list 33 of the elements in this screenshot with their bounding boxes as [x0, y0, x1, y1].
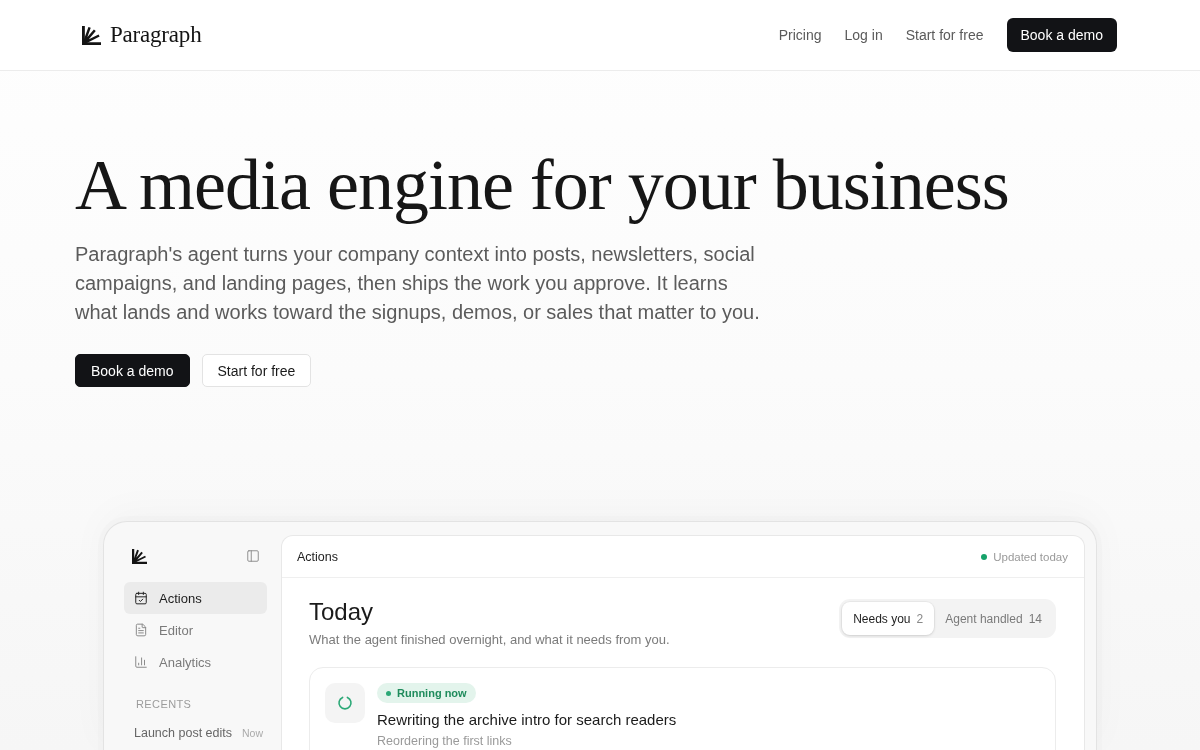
sidebar-item[interactable]: Actions [124, 582, 267, 614]
hero-title: A media engine for your business [75, 145, 1009, 225]
status-dot-icon [981, 553, 988, 560]
section-subtitle: What the agent finished overnight, and what it needs from you. [309, 631, 670, 649]
primary-button[interactable]: Book a demo [75, 354, 190, 387]
filter-tab[interactable]: Agent handled 14 [934, 602, 1053, 635]
section-heading: Today [309, 597, 375, 627]
document-icon [134, 623, 148, 637]
loading-spinner-icon [337, 695, 353, 711]
panel-title: Actions [297, 549, 338, 564]
update-status: Updated today [993, 550, 1068, 563]
nav-link[interactable]: Log in [844, 27, 883, 43]
secondary-button[interactable]: Start for free [201, 354, 312, 387]
sidebar-item[interactable]: Editor [124, 614, 267, 646]
sidebar-item[interactable]: Analytics [124, 646, 267, 678]
status-dot-icon [386, 690, 391, 696]
book-demo-button[interactable]: Book a demo [1006, 18, 1117, 52]
logo-icon [82, 25, 101, 45]
sidebar-toggle-icon[interactable] [246, 549, 260, 563]
badge-label: Running now [397, 687, 467, 699]
nav-link[interactable]: Pricing [778, 27, 822, 43]
brand-name: Paragraph [110, 22, 202, 48]
recent-item[interactable]: Launch post edits [134, 726, 232, 740]
task-detail: Reordering the first links [377, 734, 512, 748]
hero-description: Paragraph's agent turns your company context into posts, newsletters, social campaigns, and landing pages, then ships the work you approve. It learns what lands and works toward the signups, demos, or sales that matter to you. [75, 242, 761, 325]
bar-chart-icon [134, 655, 148, 669]
logo-icon [132, 548, 147, 564]
recents-heading: RECENTS [135, 697, 193, 711]
nav-link[interactable]: Start for free [905, 27, 984, 43]
filter-tab[interactable]: Needs you 2 [842, 602, 935, 635]
recent-time: Now [242, 727, 263, 739]
task-title: Rewriting the archive intro for search readers [377, 711, 677, 729]
calendar-check-icon [134, 591, 148, 605]
